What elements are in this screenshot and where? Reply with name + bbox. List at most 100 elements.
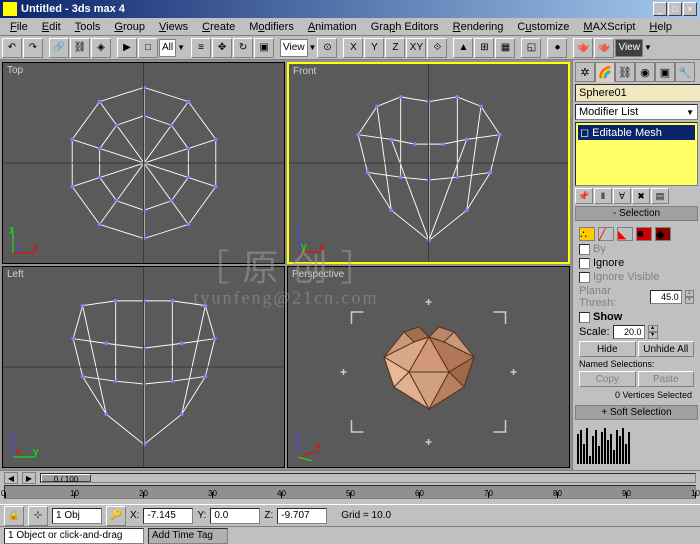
undo-button[interactable]: ↶ [2,38,22,58]
unique-button[interactable]: ∀ [613,188,631,204]
modifier-stack[interactable]: ◻ Editable Mesh [575,122,698,186]
menu-views[interactable]: Views [153,20,194,34]
planar-down[interactable]: ▾ [685,297,694,304]
tab-display[interactable]: ▣ [655,62,675,82]
tab-create[interactable]: ✲ [575,62,595,82]
menu-edit[interactable]: Edit [36,20,67,34]
time-tag[interactable]: Add Time Tag [148,528,228,544]
menu-maxscript[interactable]: MAXScript [577,20,641,34]
menu-customize[interactable]: Customize [511,20,575,34]
link-button[interactable]: 🔗 [49,38,69,58]
selection-rollout-header[interactable]: - Selection [575,206,698,221]
scale-input[interactable] [613,325,645,339]
menu-help[interactable]: Help [643,20,678,34]
select-rect-button[interactable]: □ [138,38,158,58]
y-coord[interactable]: 0.0 [210,508,260,524]
menu-file[interactable]: File [4,20,34,34]
subobj-edge[interactable]: ╱ [598,227,614,241]
snap-button[interactable]: ⊹ [28,506,48,526]
pin-stack-button[interactable]: 📌 [575,188,593,204]
planar-input[interactable] [650,290,682,304]
paste-button[interactable]: Paste [638,371,695,387]
menu-rendering[interactable]: Rendering [447,20,510,34]
select-button[interactable]: ▶ [117,38,137,58]
render-combo[interactable]: View [615,39,643,57]
restrict-x[interactable]: X [343,38,363,58]
menu-grapheditors[interactable]: Graph Editors [365,20,445,34]
timeline-prev[interactable]: ◀ [4,472,18,484]
redo-button[interactable]: ↷ [23,38,43,58]
menu-animation[interactable]: Animation [302,20,363,34]
menu-tools[interactable]: Tools [69,20,107,34]
ignore-checkbox[interactable] [579,258,590,269]
modifier-list-combo[interactable]: Modifier List▼ [575,104,698,120]
menu-create[interactable]: Create [196,20,241,34]
array-button[interactable]: ⊞ [474,38,494,58]
show-result-button[interactable]: Ⅱ [594,188,612,204]
rotate-button[interactable]: ↻ [233,38,253,58]
maximize-button[interactable]: □ [668,2,682,16]
object-name-input[interactable] [575,84,700,102]
configure-button[interactable]: ▤ [651,188,669,204]
schematic-button[interactable]: ◱ [521,38,541,58]
subobj-poly[interactable]: ■ [636,227,652,241]
planar-up[interactable]: ▴ [685,290,694,297]
time-slider[interactable]: 0 / 100 [40,473,696,483]
refcoord-combo[interactable]: View [280,39,308,57]
copy-button[interactable]: Copy [579,371,636,387]
x-coord[interactable]: -7.145 [143,508,193,524]
subobj-vertex[interactable]: ∴ [579,227,595,241]
tab-motion[interactable]: ◉ [635,62,655,82]
viewport-left[interactable]: Left zyx [2,266,285,468]
quickrender-button[interactable]: 🫖 [594,38,614,58]
menu-modifiers[interactable]: Modifiers [243,20,300,34]
menu-group[interactable]: Group [108,20,151,34]
svg-text:z: z [15,242,21,254]
viewport-top[interactable]: Top yxz [2,62,285,264]
svg-text:y: y [301,241,307,253]
subobj-face[interactable]: ◣ [617,227,633,241]
axis-gizmo-icon: zxy [295,226,325,256]
mirror-button[interactable]: ▲ [453,38,473,58]
keymode-button[interactable]: 🔑 [106,506,126,526]
ignore-vis-checkbox[interactable] [579,272,590,283]
move-button[interactable]: ✥ [212,38,232,58]
z-coord[interactable]: -9.707 [277,508,327,524]
scale-button[interactable]: ▣ [254,38,274,58]
bind-button[interactable]: ◈ [91,38,111,58]
viewport-front[interactable]: Front zxy [287,62,570,264]
show-checkbox[interactable] [579,312,590,323]
restrict-y[interactable]: Y [364,38,384,58]
unlink-button[interactable]: ⛓ [70,38,90,58]
hide-button[interactable]: Hide [579,341,636,357]
render-button[interactable]: 🫖 [573,38,593,58]
time-ruler[interactable]: 0102030405060708090100 [4,485,696,499]
tab-modify[interactable]: 🌈 [595,62,615,82]
restrict-xy[interactable]: XY [406,38,426,58]
restrict-z[interactable]: Z [385,38,405,58]
material-button[interactable]: ● [547,38,567,58]
viewport-perspective[interactable]: Perspective [287,266,570,468]
title-text: Untitled - 3ds max 4 [21,3,653,15]
subobj-element[interactable]: ◆ [655,227,671,241]
select-name-button[interactable]: ≡ [191,38,211,58]
stack-editable-mesh[interactable]: ◻ Editable Mesh [578,125,695,140]
scale-up[interactable]: ▴ [648,325,658,332]
center-button[interactable]: ⊙ [317,38,337,58]
grid-label: Grid = 10.0 [341,510,391,521]
by-checkbox[interactable] [579,244,590,255]
close-button[interactable]: × [683,2,697,16]
tab-hierarchy[interactable]: ⛓ [615,62,635,82]
align-button[interactable]: ▦ [495,38,515,58]
tab-utilities[interactable]: 🔧 [675,62,695,82]
minimize-button[interactable]: _ [653,2,667,16]
time-slider-handle[interactable]: 0 / 100 [41,474,91,482]
filter-combo[interactable]: All [159,39,176,57]
scale-down[interactable]: ▾ [648,332,658,339]
timeline-next[interactable]: ▶ [22,472,36,484]
ik-button[interactable]: ⟐ [427,38,447,58]
lock-button[interactable]: 🔒 [4,506,24,526]
soft-selection-header[interactable]: + Soft Selection [575,405,698,420]
unhide-button[interactable]: Unhide All [638,341,695,357]
remove-mod-button[interactable]: ✖ [632,188,650,204]
